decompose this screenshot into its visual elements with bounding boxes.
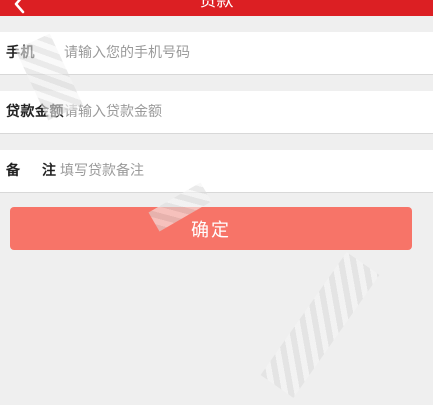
loan-remark-input[interactable] <box>60 156 414 186</box>
remark-label: 备 注 <box>6 163 57 179</box>
phone-input[interactable] <box>64 38 414 68</box>
loan-amount-input[interactable] <box>64 97 414 127</box>
remark-row: 备 注 <box>0 150 433 193</box>
loan-page: 贷款 手机 贷款金额 备 注 确定 <box>0 0 433 405</box>
row-separator <box>0 75 433 91</box>
row-separator <box>0 134 433 150</box>
page-title: 贷款 <box>199 0 234 11</box>
confirm-button[interactable]: 确定 <box>10 207 412 250</box>
loan-form: 手机 贷款金额 备 注 <box>0 32 433 193</box>
amount-label: 贷款金额 <box>6 104 64 120</box>
mosaic-overlay <box>260 252 380 398</box>
phone-label: 手机 <box>6 45 35 61</box>
top-nav-bar: 贷款 <box>0 0 433 16</box>
phone-row: 手机 <box>0 32 433 75</box>
amount-row: 贷款金额 <box>0 91 433 134</box>
